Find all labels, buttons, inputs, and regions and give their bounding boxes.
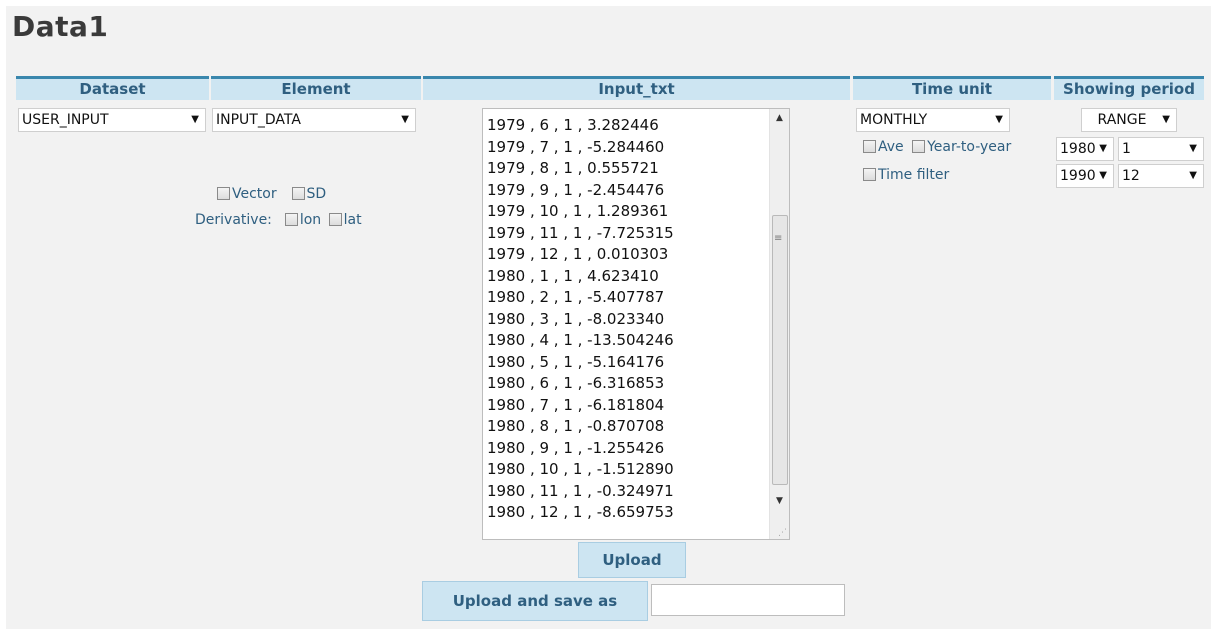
input-txt-line: 1979 , 9 , 1 , -2.454476 — [487, 180, 665, 199]
input-txt-line: 1980 , 3 , 1 , -8.023340 — [487, 309, 665, 328]
input-txt-line: 1979 , 7 , 1 , -5.284460 — [487, 137, 665, 156]
upload-button[interactable]: Upload — [578, 542, 686, 578]
header-showing-period: Showing period — [1054, 76, 1204, 100]
upload-and-save-as-button[interactable]: Upload and save as — [422, 581, 648, 621]
grip-icon: ≡ — [774, 233, 783, 244]
time-unit-select-value: MONTHLY — [860, 112, 928, 128]
input-txt-line: 1980 , 10 , 1 , -1.512890 — [487, 460, 674, 478]
scroll-thumb[interactable] — [772, 215, 788, 485]
scroll-down-icon[interactable]: ▼ — [770, 492, 789, 510]
derivative-option: Derivative: lon lat — [195, 212, 362, 228]
page: Data1 Dataset Element Input_txt Time uni… — [6, 6, 1211, 629]
chevron-down-icon: ▼ — [1189, 170, 1197, 181]
sd-checkbox[interactable] — [291, 187, 305, 200]
header-dataset: Dataset — [16, 76, 209, 100]
element-select[interactable]: INPUT_DATA ▼ — [212, 108, 416, 132]
end-year-value: 1990 — [1060, 168, 1096, 184]
element-select-value: INPUT_DATA — [216, 112, 301, 128]
start-year-select[interactable]: 1980 ▼ — [1056, 137, 1114, 161]
year-to-year-checkbox[interactable] — [912, 140, 926, 153]
vector-label: Vector — [232, 186, 277, 202]
input-txt-textarea[interactable]: 1979 , 6 , 1 , 3.282446 1979 , 7 , 1 , -5… — [482, 108, 790, 540]
input-txt-line: 1980 , 8 , 1 , -0.870708 — [487, 417, 665, 435]
chevron-down-icon: ▼ — [1189, 143, 1197, 154]
input-txt-line: 1980 , 11 , 1 , -0.324971 — [487, 481, 674, 500]
input-txt-line: 1979 , 6 , 1 , 3.282446 — [487, 116, 659, 134]
input-txt-line: 1979 , 10 , 1 , 1.289361 — [487, 202, 669, 220]
header-input-txt: Input_txt — [423, 76, 850, 100]
lat-label: lat — [343, 212, 362, 228]
input-txt-line: 1980 , 6 , 1 , -6.316853 — [487, 374, 665, 392]
input-txt-line: 1980 , 2 , 1 , -5.407787 — [487, 288, 665, 306]
input-txt-line: 1980 , 7 , 1 , -6.181804 — [487, 395, 665, 414]
end-month-value: 12 — [1122, 168, 1140, 184]
sd-label: SD — [306, 186, 327, 202]
input-txt-line: 1979 , 8 , 1 , 0.555721 — [487, 159, 659, 177]
page-title: Data1 — [12, 10, 109, 43]
chevron-down-icon: ▼ — [191, 114, 199, 125]
year-to-year-label: Year-to-year — [927, 139, 1012, 155]
dataset-select-value: USER_INPUT — [22, 112, 109, 128]
showing-period-mode-select[interactable]: RANGE ▼ — [1081, 108, 1177, 132]
lon-checkbox[interactable] — [284, 213, 298, 226]
header-element: Element — [211, 76, 421, 100]
start-month-value: 1 — [1122, 141, 1131, 157]
time-filter-checkbox[interactable] — [863, 168, 876, 181]
input-txt-line: 1979 , 11 , 1 , -7.725315 — [487, 223, 674, 242]
end-year-select[interactable]: 1990 ▼ — [1056, 164, 1114, 188]
derivative-label: Derivative: — [195, 212, 272, 228]
input-txt-line: 1980 , 12 , 1 , -8.659753 — [487, 503, 674, 521]
start-year-value: 1980 — [1060, 141, 1096, 157]
ave-year-to-year-options: Ave Year-to-year — [863, 139, 1011, 155]
input-txt-lines: 1979 , 6 , 1 , 3.282446 1979 , 7 , 1 , -5… — [487, 115, 763, 524]
vector-checkbox[interactable] — [217, 187, 230, 200]
scrollbar[interactable]: ▲ ≡ ▼ — [769, 109, 789, 539]
chevron-down-icon: ▼ — [1162, 114, 1170, 125]
chevron-down-icon: ▼ — [1099, 143, 1107, 154]
input-txt-line: 1980 , 1 , 1 , 4.623410 — [487, 266, 659, 285]
chevron-down-icon: ▼ — [995, 114, 1003, 125]
ave-label: Ave — [878, 139, 904, 155]
input-txt-line: 1979 , 12 , 1 , 0.010303 — [487, 245, 669, 263]
input-txt-line: 1980 , 9 , 1 , -1.255426 — [487, 438, 665, 457]
end-month-select[interactable]: 12 ▼ — [1118, 164, 1204, 188]
lat-checkbox[interactable] — [328, 213, 342, 226]
start-month-select[interactable]: 1 ▼ — [1118, 137, 1204, 161]
time-filter-option: Time filter — [863, 167, 949, 183]
input-txt-line: 1980 , 4 , 1 , -13.504246 — [487, 331, 674, 349]
time-filter-label: Time filter — [878, 167, 950, 183]
chevron-down-icon: ▼ — [1099, 170, 1107, 181]
save-as-filename-input[interactable] — [651, 584, 845, 616]
dataset-select[interactable]: USER_INPUT ▼ — [18, 108, 206, 132]
showing-period-mode-value: RANGE — [1097, 112, 1147, 128]
chevron-down-icon: ▼ — [401, 114, 409, 125]
ave-checkbox[interactable] — [863, 140, 876, 153]
lon-label: lon — [299, 212, 322, 228]
scroll-up-icon[interactable]: ▲ — [770, 109, 789, 127]
resize-handle-icon[interactable]: ⋰ — [778, 528, 787, 538]
time-unit-select[interactable]: MONTHLY ▼ — [856, 108, 1010, 132]
header-time-unit: Time unit — [853, 76, 1051, 100]
vector-option: Vector SD — [217, 186, 326, 202]
input-txt-line: 1980 , 5 , 1 , -5.164176 — [487, 352, 665, 371]
